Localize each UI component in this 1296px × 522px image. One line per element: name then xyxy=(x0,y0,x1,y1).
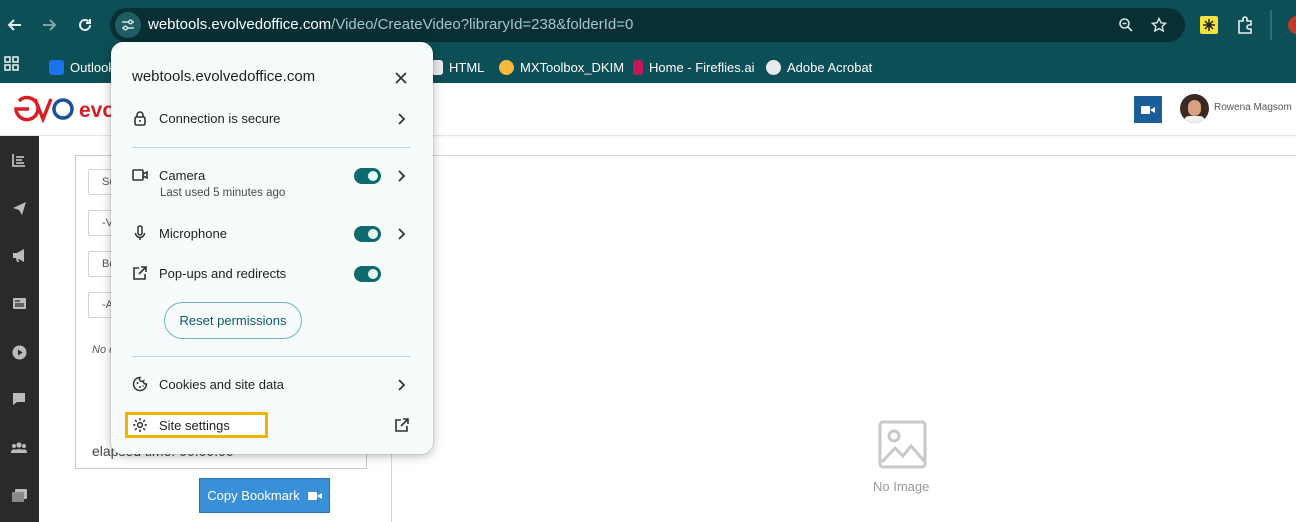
chevron-right-icon[interactable] xyxy=(395,378,409,392)
cookie-icon xyxy=(132,376,148,392)
microphone-icon xyxy=(134,225,146,240)
tune-icon xyxy=(122,19,134,31)
camera-toggle[interactable] xyxy=(354,168,381,184)
bookmark-mxtoolbox[interactable]: MXToolbox_DKIM xyxy=(499,56,624,78)
video-preview: No Image xyxy=(392,155,1296,522)
bookmark-label: HTML xyxy=(449,59,485,75)
microphone-label: Microphone xyxy=(159,225,227,241)
no-image-label: No Image xyxy=(873,479,930,494)
open-external-icon xyxy=(133,266,147,280)
outlook-icon xyxy=(49,59,64,75)
address-bar[interactable]: webtools.evolvedoffice.com/Video/CreateV… xyxy=(110,8,1185,42)
mxtoolbox-icon xyxy=(499,59,514,75)
megaphone-icon[interactable] xyxy=(8,244,30,266)
site-info-button[interactable] xyxy=(115,12,141,38)
popups-toggle[interactable] xyxy=(354,266,381,282)
url-host: webtools.evolvedoffice.com xyxy=(148,16,332,33)
popup-title: webtools.evolvedoffice.com xyxy=(132,68,316,85)
list-icon[interactable] xyxy=(8,149,30,171)
bookmark-adobe[interactable]: Adobe Acrobat xyxy=(766,56,872,78)
url-path: /Video/CreateVideo?libraryId=238&folderI… xyxy=(331,16,634,33)
logo-text: evo xyxy=(79,99,116,122)
profile-avatar[interactable] xyxy=(1288,16,1296,34)
video-camera-icon xyxy=(307,491,322,500)
left-sidebar xyxy=(0,136,39,522)
reset-permissions-button[interactable]: Reset permissions xyxy=(164,302,302,339)
back-button[interactable] xyxy=(2,12,28,38)
open-in-new-icon[interactable] xyxy=(394,417,410,433)
lock-icon xyxy=(134,111,146,126)
microphone-toggle[interactable] xyxy=(354,226,381,242)
copy-bookmark-label: Copy Bookmark xyxy=(207,488,300,503)
bookmark-star-icon[interactable] xyxy=(1148,14,1170,36)
bookmark-label: Outlook xyxy=(70,59,115,75)
gear-icon xyxy=(133,418,147,432)
send-icon[interactable] xyxy=(8,197,30,219)
connection-row[interactable]: Connection is secure xyxy=(132,110,412,126)
bookmark-outlook[interactable]: Outlook xyxy=(49,56,115,78)
popups-label: Pop-ups and redirects xyxy=(159,265,287,281)
extensions-puzzle-icon[interactable] xyxy=(1235,15,1255,35)
evo-logo-icon[interactable] xyxy=(13,95,75,124)
url-text: webtools.evolvedoffice.com/Video/CreateV… xyxy=(148,16,633,33)
connection-label: Connection is secure xyxy=(159,110,281,126)
users-icon[interactable] xyxy=(8,436,30,458)
camera-icon xyxy=(132,169,148,181)
newspaper-icon[interactable] xyxy=(8,292,30,314)
site-info-popup: webtools.evolvedoffice.com Connection is… xyxy=(111,42,433,454)
video-camera-button[interactable] xyxy=(1134,96,1162,123)
camera-label: Camera xyxy=(159,167,206,183)
divider xyxy=(132,356,411,357)
bookmark-label: Home - Fireflies.ai xyxy=(649,59,755,75)
forward-button[interactable] xyxy=(36,12,62,38)
close-icon[interactable] xyxy=(393,70,409,86)
bookmark-label: Adobe Acrobat xyxy=(787,59,873,75)
globe-icon xyxy=(766,59,781,75)
copy-bookmark-button[interactable]: Copy Bookmark xyxy=(199,478,330,513)
cookies-row[interactable]: Cookies and site data xyxy=(132,376,412,392)
fireflies-icon xyxy=(633,59,643,75)
toolbar-divider xyxy=(1270,10,1272,40)
cookies-label: Cookies and site data xyxy=(159,376,285,392)
reload-icon xyxy=(79,18,91,31)
play-circle-icon[interactable] xyxy=(8,341,30,363)
forward-arrow-icon xyxy=(43,19,57,31)
user-name: Rowena Magsom xyxy=(1214,102,1292,113)
video-camera-icon xyxy=(1141,105,1155,114)
chevron-right-icon[interactable] xyxy=(395,169,409,183)
divider xyxy=(132,147,411,148)
bookmark-html[interactable]: HTML xyxy=(431,56,484,78)
chevron-right-icon[interactable] xyxy=(395,227,409,241)
bookmark-label: MXToolbox_DKIM xyxy=(520,59,625,75)
bookmark-fireflies[interactable]: Home - Fireflies.ai xyxy=(633,56,754,78)
reload-button[interactable] xyxy=(72,12,98,38)
back-arrow-icon xyxy=(7,19,21,31)
extension-icon[interactable] xyxy=(1200,16,1218,34)
gallery-icon[interactable] xyxy=(8,484,30,506)
zoom-icon[interactable] xyxy=(1115,14,1137,36)
site-settings-row[interactable]: Site settings xyxy=(132,417,412,433)
avatar[interactable] xyxy=(1180,94,1209,123)
image-placeholder-icon xyxy=(878,420,927,469)
site-settings-label: Site settings xyxy=(159,417,230,433)
chat-icon[interactable] xyxy=(8,388,30,410)
chevron-right-icon[interactable] xyxy=(395,112,409,126)
camera-last-used: Last used 5 minutes ago xyxy=(160,187,286,199)
apps-grid-icon[interactable] xyxy=(4,56,19,71)
